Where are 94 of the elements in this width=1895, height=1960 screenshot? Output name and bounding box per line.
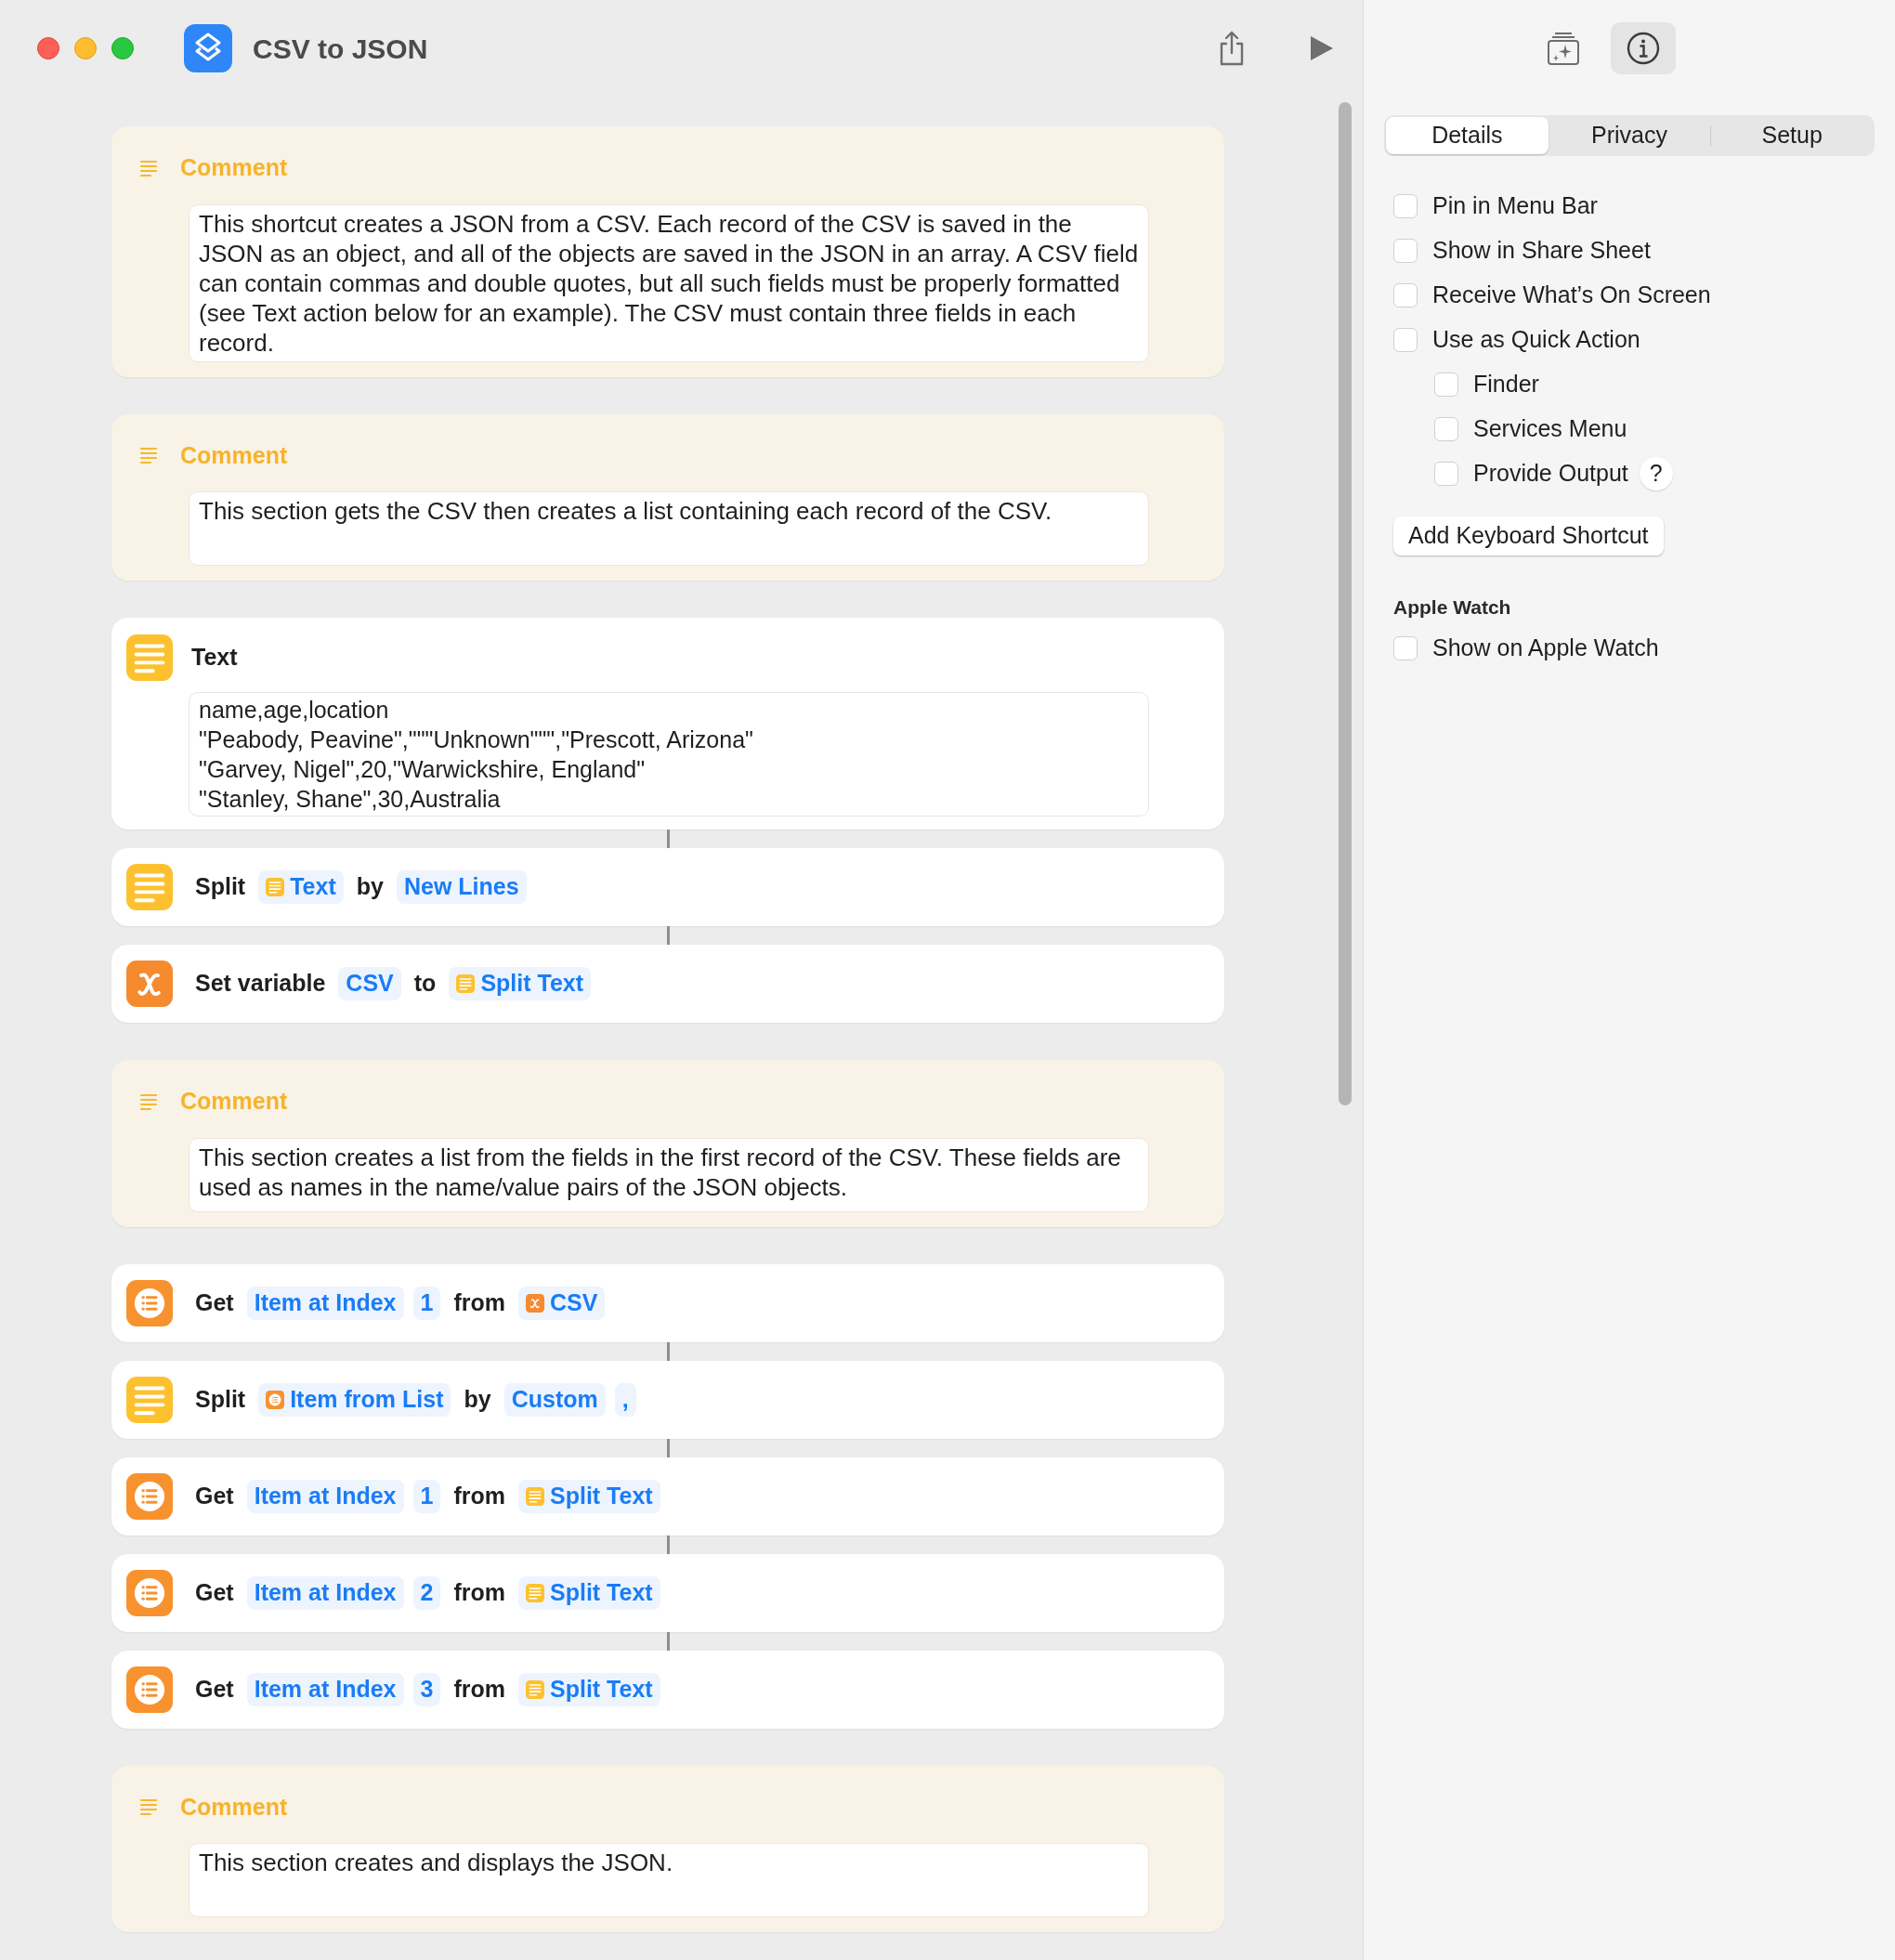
- option-label: Show on Apple Watch: [1432, 633, 1659, 662]
- text-action-icon: [526, 1583, 544, 1602]
- variable-icon: [526, 1293, 544, 1313]
- scrollbar-thumb[interactable]: [1339, 102, 1352, 1105]
- parameter-token[interactable]: Split Text: [449, 967, 592, 1000]
- parameter-token[interactable]: 2: [412, 1575, 441, 1610]
- comment-text-box: This section gets the CSV then creates a list containing each record of the CSV.: [189, 491, 1149, 566]
- action-word: to: [412, 969, 438, 999]
- action-title: Text: [191, 643, 238, 673]
- parameter-token[interactable]: Split Text: [518, 1672, 660, 1706]
- info-icon: [1627, 32, 1660, 65]
- list-icon: [126, 1472, 173, 1520]
- action-word: by: [355, 872, 385, 902]
- checkbox[interactable]: [1434, 372, 1458, 397]
- parameter-token[interactable]: Item from List: [258, 1382, 451, 1417]
- checkbox[interactable]: [1434, 462, 1458, 486]
- list-icon: [266, 1390, 285, 1409]
- parameter-token[interactable]: ,: [614, 1382, 636, 1417]
- text-action-icon: [526, 1486, 544, 1506]
- parameter-token[interactable]: Custom: [503, 1382, 606, 1417]
- text-action-icon: [266, 878, 285, 896]
- parameter-token[interactable]: 1: [412, 1479, 441, 1513]
- list-icon: [126, 1279, 173, 1326]
- checkbox[interactable]: [1393, 328, 1418, 352]
- action-word: Split: [194, 1384, 247, 1414]
- comment-title: Comment: [180, 153, 288, 182]
- comment-title: Comment: [180, 1087, 288, 1116]
- comment-text-box: This section creates a list from the fields in the first record of the CSV. These fields are used as names in the name/value pairs of the JSON objects.: [189, 1137, 1149, 1212]
- checkbox[interactable]: [1434, 417, 1458, 441]
- close-button[interactable]: [37, 37, 59, 59]
- action-word: Get: [194, 1577, 235, 1607]
- comment-text-box: This shortcut creates a JSON from a CSV. Each record of the CSV is saved in the JSON as an object, and all of the objects are saved in the JSON in an array. A CSV field can contain commas and double quotes, but all such fields must be properly formatted (see Text action below for an example). The CSV must contain three fields in each record.: [189, 203, 1149, 362]
- checkbox[interactable]: [1393, 239, 1418, 263]
- parameter-token[interactable]: Split Text: [518, 1479, 660, 1513]
- action-word: by: [463, 1384, 492, 1414]
- parameter-token[interactable]: 3: [412, 1672, 441, 1706]
- option-label: Pin in Menu Bar: [1432, 191, 1598, 221]
- tab[interactable]: Setup: [1711, 117, 1873, 154]
- comment-text-box: This section creates and displays the JSON.: [189, 1843, 1149, 1917]
- minimize-button[interactable]: [74, 37, 97, 59]
- text-line: "Stanley, Shane",30,Australia: [199, 785, 501, 814]
- action-word: from: [452, 1287, 506, 1317]
- parameter-token[interactable]: Split Text: [518, 1575, 660, 1610]
- parameter-token[interactable]: CSV: [338, 967, 401, 1000]
- option-label: Show in Share Sheet: [1432, 236, 1651, 266]
- parameter-token[interactable]: Item at Index: [246, 1672, 404, 1706]
- text-input-box[interactable]: name,age,location "Peabody, Peavine","""Unknown""","Prescott, Arizona" "Garvey, Nigel",20,"Warwickshire, England" "Stanley, Shane",30,Australia: [189, 692, 1149, 817]
- text-action-icon: [126, 634, 173, 681]
- parameter-token[interactable]: Item at Index: [246, 1479, 404, 1513]
- add-keyboard-shortcut-button[interactable]: Add Keyboard Shortcut: [1393, 516, 1664, 555]
- info-button[interactable]: [1611, 22, 1676, 74]
- parameter-token[interactable]: 1: [412, 1286, 441, 1320]
- parameter-token[interactable]: Item at Index: [246, 1575, 404, 1610]
- gallery-icon: [1547, 31, 1580, 66]
- parameter-token[interactable]: Text: [258, 870, 344, 904]
- help-button[interactable]: ?: [1639, 457, 1673, 490]
- parameter-token[interactable]: CSV: [518, 1286, 606, 1320]
- comment-title: Comment: [180, 1792, 288, 1822]
- action-word: Get: [194, 1674, 235, 1704]
- list-icon: [126, 1666, 173, 1713]
- action-word: from: [452, 1674, 506, 1704]
- text-line: "Peabody, Peavine","""Unknown""","Prescott, Arizona": [199, 725, 753, 754]
- action-word: from: [452, 1577, 506, 1607]
- option-label: Services Menu: [1473, 414, 1627, 444]
- checkbox[interactable]: [1393, 283, 1418, 307]
- checkbox[interactable]: [1393, 635, 1418, 660]
- text-action-icon: [126, 864, 173, 910]
- app-icon: [184, 24, 232, 72]
- tab[interactable]: Details: [1386, 117, 1549, 154]
- action-word: from: [452, 1481, 506, 1510]
- parameter-token[interactable]: Item at Index: [246, 1286, 404, 1320]
- tab[interactable]: Privacy: [1548, 117, 1711, 154]
- parameter-token[interactable]: New Lines: [396, 870, 527, 904]
- text-action-icon: [456, 974, 476, 993]
- checkbox[interactable]: [1393, 194, 1418, 218]
- zoom-button[interactable]: [111, 37, 134, 59]
- action-word: Set variable: [194, 969, 327, 999]
- list-icon: [126, 1569, 173, 1616]
- text-line: "Garvey, Nigel",20,"Warwickshire, England": [199, 755, 646, 784]
- option-label: Finder: [1473, 370, 1539, 399]
- action-word: Get: [194, 1481, 235, 1510]
- option-label: Receive What’s On Screen: [1432, 281, 1711, 310]
- text-action-icon: [526, 1679, 544, 1699]
- option-label: Use as Quick Action: [1432, 325, 1640, 355]
- text-action-icon: [126, 1376, 173, 1423]
- section-heading: Apple Watch: [1393, 595, 1512, 620]
- play-icon[interactable]: [1309, 34, 1335, 62]
- action-word: Split: [194, 872, 247, 902]
- comment-title: Comment: [180, 440, 288, 470]
- option-label: Provide Output: [1473, 459, 1628, 489]
- action-word: Get: [194, 1287, 235, 1317]
- variable-icon: [126, 960, 173, 1007]
- text-line: name,age,location: [199, 696, 389, 725]
- window-title: CSV to JSON: [253, 32, 428, 66]
